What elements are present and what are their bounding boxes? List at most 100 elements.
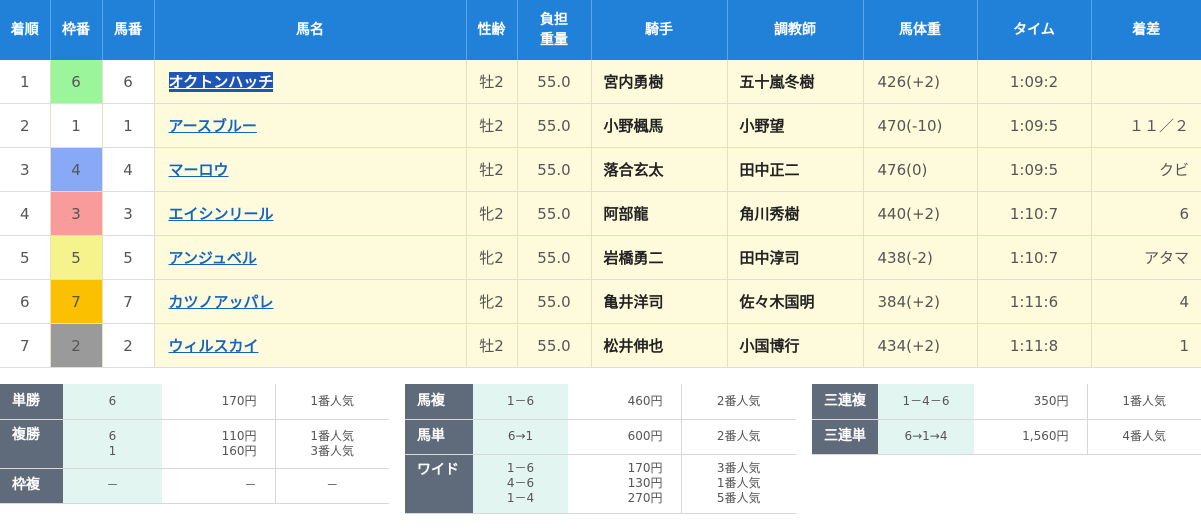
payout-combo-cell: 6→1→4 <box>878 419 974 455</box>
payout-popularity-cell: 1番人気 3番人気 <box>275 419 389 469</box>
payout-combo: 1－4－6 <box>902 393 950 408</box>
burden-weight-cell: 55.0 <box>517 191 592 236</box>
margin-cell <box>1091 60 1201 104</box>
payout-combo: 4－6 <box>506 476 535 490</box>
margin-cell: クビ <box>1091 147 1201 192</box>
horse-name-link[interactable]: アンジュベル <box>169 249 257 267</box>
header-num[interactable]: 馬番 <box>102 0 155 60</box>
time-cell: 1:09:5 <box>977 147 1092 192</box>
payout-combo-cell: 1－6 <box>473 384 568 420</box>
header-weight[interactable]: 負担 重量 <box>517 0 592 60</box>
jockey-cell: 松井伸也 <box>591 323 728 368</box>
header-jockey[interactable]: 騎手 <box>591 0 728 60</box>
horse-name-cell: アースブルー <box>154 103 467 148</box>
payout-popularity: － <box>326 478 339 492</box>
header-sexage[interactable]: 性齢 <box>466 0 518 60</box>
horse-name-link[interactable]: マーロウ <box>169 161 229 179</box>
payout-combo: 6 <box>108 428 117 443</box>
time-cell: 1:10:7 <box>977 191 1092 236</box>
payout-popularity: 3番人気 <box>716 461 761 475</box>
header-name[interactable]: 馬名 <box>154 0 467 60</box>
payout-popularity: 2番人気 <box>716 393 761 408</box>
rank-cell: 5 <box>0 235 51 280</box>
payout-amount: 270円 <box>627 491 663 505</box>
results-header-row: 着順 枠番 馬番 馬名 性齢 負担 重量 騎手 調教師 馬体重 タイム 着差 <box>0 0 1201 60</box>
burden-weight-cell: 55.0 <box>517 60 592 104</box>
jockey-cell: 阿部龍 <box>591 191 728 236</box>
header-weight-line2: 重量 <box>540 32 568 48</box>
header-rank[interactable]: 着順 <box>0 0 51 60</box>
payout-popularity: 5番人気 <box>716 491 761 505</box>
payout-row: 馬複 1－6 460円 2番人気 <box>405 384 796 420</box>
number-cell: 7 <box>102 279 155 324</box>
payout-amount-cell: 1,560円 <box>974 419 1088 455</box>
payout-combo-cell: 1－4－6 <box>878 384 974 420</box>
payout-combo: 6 <box>108 393 117 408</box>
payout-label: 馬複 <box>405 384 473 420</box>
horse-name-link[interactable]: エイシンリール <box>169 205 274 223</box>
payout-row: ワイド 1－6 4－6 1－4 170円 130円 270円 3番人気 1番人気 5番人気 <box>405 454 796 514</box>
horse-name-link[interactable]: カツノアッパレ <box>169 293 274 311</box>
payout-amount: 160円 <box>221 443 257 458</box>
payout-label: ワイド <box>405 454 473 514</box>
header-margin[interactable]: 着差 <box>1091 0 1201 60</box>
header-trainer[interactable]: 調教師 <box>727 0 864 60</box>
payout-amount: 170円 <box>221 393 257 408</box>
payout-table-right: 三連複 1－4－6 350円 1番人気 三連単 6→1→4 1,560円 4番人気 <box>812 384 1201 455</box>
number-cell: 6 <box>102 60 155 104</box>
result-row: 5 5 5 アンジュベル 牝2 55.0 岩橋勇二 田中淳司 438(-2) 1:10:7 アタマ <box>0 235 1201 280</box>
result-row: 3 4 4 マーロウ 牡2 55.0 落合玄太 田中正二 476(0) 1:09:5 クビ <box>0 147 1201 192</box>
rank-cell: 2 <box>0 103 51 148</box>
frame-cell: 7 <box>50 279 103 324</box>
payout-amount-cell: 170円 130円 270円 <box>568 454 682 514</box>
frame-cell: 4 <box>50 147 103 192</box>
horse-name-cell: オクトンハッチ <box>154 60 467 104</box>
horse-name-cell: アンジュベル <box>154 235 467 280</box>
rank-cell: 3 <box>0 147 51 192</box>
payout-label: 三連単 <box>812 419 878 455</box>
payout-popularity: 1番人気 <box>1122 393 1167 408</box>
time-cell: 1:11:6 <box>977 279 1092 324</box>
sexage-cell: 牡2 <box>466 103 518 148</box>
horse-name-link[interactable]: ウィルスカイ <box>169 337 259 355</box>
result-row: 7 2 2 ウィルスカイ 牡2 55.0 松井伸也 小国博行 434(+2) 1:11:8 1 <box>0 323 1201 368</box>
header-horse-weight[interactable]: 馬体重 <box>863 0 978 60</box>
horse-name-link[interactable]: アースブルー <box>169 117 257 135</box>
payout-table-middle: 馬複 1－6 460円 2番人気 馬単 6→1 600円 2番人気 ワイド 1－6 4－6 1－4 17… <box>405 384 796 514</box>
payout-amount: 1,560円 <box>1022 429 1069 443</box>
header-frame[interactable]: 枠番 <box>50 0 103 60</box>
payout-row: 単勝 6 170円 1番人気 <box>0 384 389 420</box>
jockey-cell: 岩橋勇二 <box>591 235 728 280</box>
margin-cell: 4 <box>1091 279 1201 324</box>
margin-cell: 1 <box>1091 323 1201 368</box>
payout-label: 三連複 <box>812 384 878 420</box>
payout-popularity: 4番人気 <box>1122 429 1167 443</box>
number-cell: 4 <box>102 147 155 192</box>
sexage-cell: 牡2 <box>466 147 518 192</box>
payout-combo-cell: 61 <box>63 419 162 469</box>
rank-cell: 6 <box>0 279 51 324</box>
frame-cell: 6 <box>50 60 103 104</box>
payout-row: 複勝 6 1 110円 160円 1番人気 3番人気 <box>0 419 389 469</box>
rank-cell: 4 <box>0 191 51 236</box>
header-time[interactable]: タイム <box>977 0 1092 60</box>
frame-cell: 1 <box>50 103 103 148</box>
payout-combo: 1 <box>108 443 117 458</box>
horse-weight-cell: 476(0) <box>863 147 978 192</box>
results-body: 1 6 6 オクトンハッチ 牡2 55.0 宮内勇樹 五十嵐冬樹 426(+2) 1:09:2 2 1… <box>0 60 1201 368</box>
number-cell: 2 <box>102 323 155 368</box>
sexage-cell: 牝2 <box>466 235 518 280</box>
payout-amount: － <box>244 478 257 492</box>
number-cell: 5 <box>102 235 155 280</box>
margin-cell: アタマ <box>1091 235 1201 280</box>
horse-name-link[interactable]: オクトンハッチ <box>168 72 274 92</box>
horse-weight-cell: 470(-10) <box>863 103 978 148</box>
payout-amount: 170円 <box>627 461 663 475</box>
trainer-cell: 小国博行 <box>727 323 864 368</box>
horse-weight-cell: 426(+2) <box>863 60 978 104</box>
payout-popularity-cell: 4番人気 <box>1087 419 1201 455</box>
frame-cell: 2 <box>50 323 103 368</box>
payout-amount-cell: － <box>162 468 276 504</box>
payout-combo-cell: 6 <box>63 384 162 420</box>
burden-weight-cell: 55.0 <box>517 103 592 148</box>
